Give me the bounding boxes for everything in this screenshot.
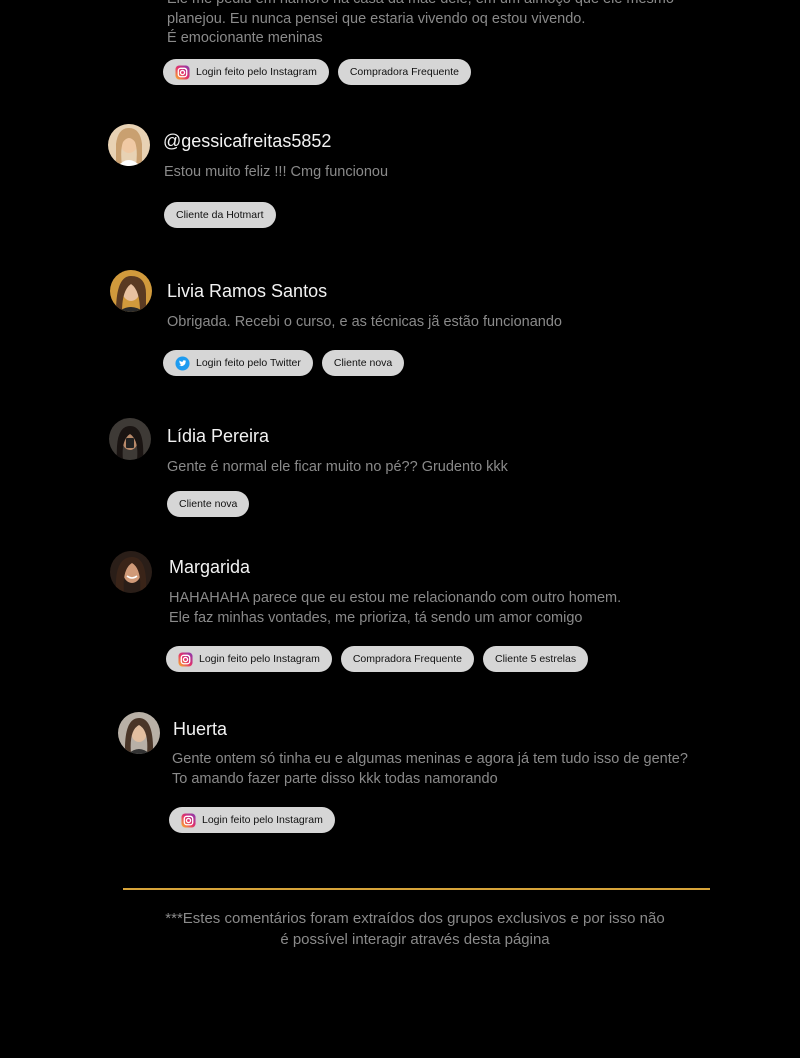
footer-line: é possível interagir através desta págin… xyxy=(280,931,550,948)
badge-cliente-nova: Cliente nova xyxy=(167,491,250,517)
comment-line: Estou muito feliz !!! Cmg funcionou xyxy=(164,164,389,180)
twitter-icon xyxy=(175,355,190,371)
avatar xyxy=(110,551,152,593)
comment-badges: Cliente nova xyxy=(167,491,250,517)
comment-line: Ele me pediu em namoro na casa da mãe de… xyxy=(167,0,674,10)
avatar xyxy=(108,124,150,166)
avatar xyxy=(118,712,160,754)
top-comment-badges: Login feito pelo Instagram Compradora Fr… xyxy=(163,59,471,85)
comment-badges: Cliente da Hotmart xyxy=(164,202,276,228)
comment-author: Livia Ramos Santos xyxy=(167,281,328,301)
avatar xyxy=(110,270,152,312)
comment-author: Margarida xyxy=(169,557,251,577)
badge-compradora-frequente: Compradora Frequente xyxy=(337,59,471,85)
comment-author: Huerta xyxy=(173,719,228,739)
badge-compradora-frequente: Compradora Frequente xyxy=(340,646,474,672)
instagram-icon xyxy=(178,651,193,667)
badge-instagram-login: Login feito pelo Instagram xyxy=(163,59,329,85)
badge-instagram-login: Login feito pelo Instagram xyxy=(169,807,335,833)
comment-line: Gente ontem só tinha eu e algumas menina… xyxy=(172,751,688,767)
comment-line: Ele faz minhas vontades, me prioriza, tá… xyxy=(169,609,583,626)
comment-badges: Login feito pelo Instagram xyxy=(169,807,335,833)
comment-text: Gente ontem só tinha eu e algumas menina… xyxy=(172,750,688,789)
comment-badges: Login feito pelo Twitter Cliente nova xyxy=(163,350,405,376)
badge-cliente-nova: Cliente nova xyxy=(321,350,405,376)
instagram-icon xyxy=(175,64,190,80)
comment-text: Estou muito feliz !!! Cmg funcionou xyxy=(164,163,388,183)
comment-text: Obrigada. Recebi o curso, e as técnicas … xyxy=(167,313,562,333)
badge-twitter-login: Login feito pelo Twitter xyxy=(163,350,313,376)
badge-instagram-login: Login feito pelo Instagram xyxy=(166,646,332,672)
badge-cliente-hotmart: Cliente da Hotmart xyxy=(164,202,276,228)
comment-author: Lídia Pereira xyxy=(167,426,270,446)
comment-line: É emocionante meninas xyxy=(167,30,323,46)
comment-author: @gessicafreitas5852 xyxy=(163,131,332,151)
divider xyxy=(123,888,710,890)
comment-line: To amando fazer parte disso kkk todas na… xyxy=(172,770,498,787)
top-comment-text: Ele me pediu em namoro na casa da mãe de… xyxy=(167,0,674,49)
badge-cliente-5-estrelas: Cliente 5 estrelas xyxy=(482,646,589,672)
comment-line: planejou. Eu nunca pensei que estaria vi… xyxy=(167,10,586,27)
comment-text: HAHAHAHA parece que eu estou me relacion… xyxy=(169,589,621,628)
comment-badges: Login feito pelo Instagram Compradora Fr… xyxy=(166,646,589,672)
avatar xyxy=(109,418,151,460)
instagram-icon xyxy=(181,812,196,828)
footer-line: ***Estes comentários foram extraídos dos… xyxy=(165,910,665,927)
footer-disclaimer: ***Estes comentários foram extraídos dos… xyxy=(100,908,730,950)
comment-line: HAHAHAHA parece que eu estou me relacion… xyxy=(169,590,622,606)
comment-line: Obrigada. Recebi o curso, e as técnicas … xyxy=(167,314,562,330)
comment-line: Gente é normal ele ficar muito no pé?? G… xyxy=(167,459,508,475)
comment-text: Gente é normal ele ficar muito no pé?? G… xyxy=(167,458,508,478)
